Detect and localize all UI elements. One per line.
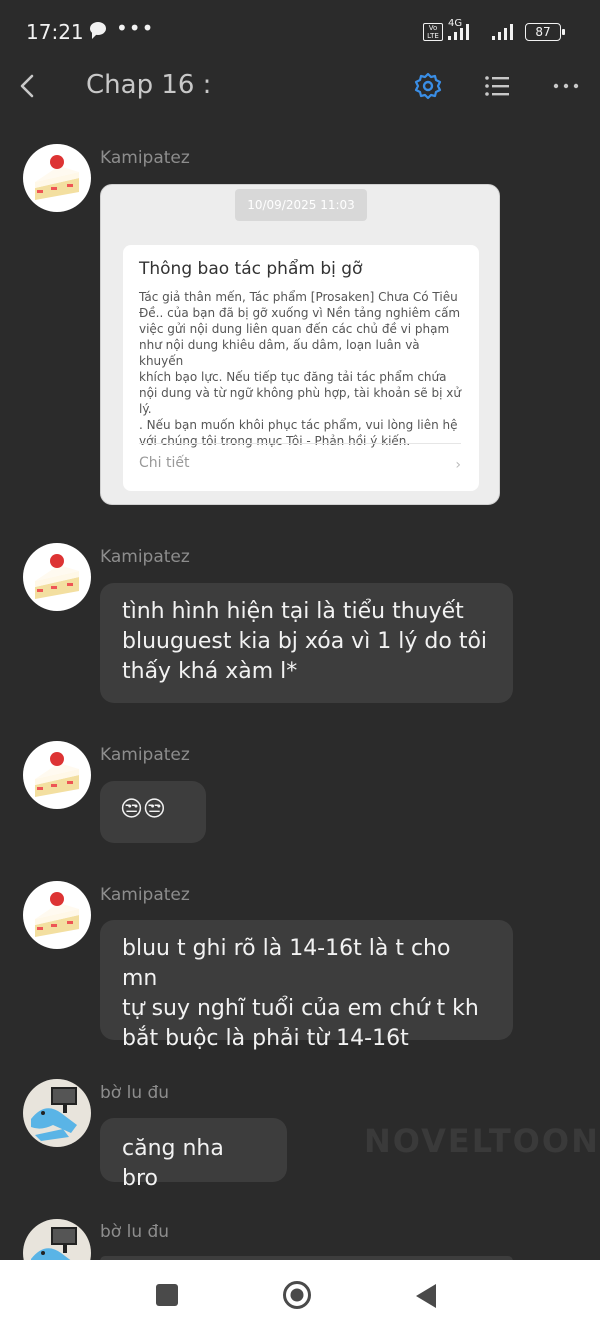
- username: Kamipatez: [100, 745, 190, 765]
- notice-line: . Nếu bạn muốn khôi phục tác phẩm, vui l…: [139, 418, 458, 432]
- list-menu-icon[interactable]: [483, 72, 511, 100]
- message-line: bắt buộc là phải từ 14-16t: [122, 1026, 409, 1051]
- home-icon[interactable]: [282, 1280, 312, 1310]
- battery-icon: 87: [525, 23, 565, 41]
- username: bờ lu đu: [100, 1083, 170, 1103]
- notice-line: Tác giả thân mến, Tác phẩm [Prosaken] Ch…: [139, 290, 458, 304]
- more-options-icon[interactable]: [552, 72, 580, 100]
- cake-avatar[interactable]: [23, 881, 91, 949]
- message-line: bluuguest kia bj xóa vì 1 lý do tôi: [122, 629, 488, 654]
- status-bar: 17:21 ••• Vo LTE 4G 87: [0, 0, 600, 62]
- message-line: thấy khá xàm l*: [122, 659, 298, 684]
- username: Kamipatez: [100, 885, 190, 905]
- recent-apps-icon[interactable]: [156, 1284, 178, 1306]
- message-line: căng nha bro: [122, 1136, 224, 1191]
- page-title: Chap 16 :: [86, 70, 212, 100]
- chevron-right-icon[interactable]: ›: [455, 457, 461, 473]
- notice-content: Thông bao tác phẩm bị gỡ Tác giả thân mế…: [123, 245, 479, 491]
- username: bờ lu đu: [100, 1222, 170, 1242]
- notice-line: với chúng tôi trong mục Tôi - Phản hồi ý…: [139, 434, 411, 448]
- notice-line: Đề.. của bạn đã bị gỡ xuống vì Nền tảng …: [139, 306, 461, 320]
- notice-title: Thông bao tác phẩm bị gỡ: [139, 259, 363, 279]
- signal-1-icon: [448, 22, 484, 40]
- message-line: bluu t ghi rõ là 14-16t là t cho mn: [122, 936, 451, 991]
- notice-body: Tác giả thân mến, Tác phẩm [Prosaken] Ch…: [139, 289, 461, 449]
- back-icon[interactable]: [414, 1282, 440, 1310]
- divider: [139, 443, 461, 444]
- cake-avatar[interactable]: [23, 543, 91, 611]
- message-bubble[interactable]: bluu t ghi rõ là 14-16t là t cho mn tự s…: [100, 920, 513, 1051]
- back-arrow-icon[interactable]: [14, 72, 42, 100]
- notice-line: khích bạo lực. Nếu tiếp tục đăng tải tác…: [139, 370, 447, 384]
- removal-notice-card[interactable]: 10/09/2025 11:03 Thông bao tác phẩm bị g…: [100, 184, 500, 505]
- message-bubble[interactable]: tình hình hiện tại là tiểu thuyết bluugu…: [100, 583, 513, 703]
- cake-avatar[interactable]: [23, 741, 91, 809]
- volte-icon: Vo LTE: [423, 23, 443, 41]
- signal-2-icon: [492, 22, 518, 40]
- message-line: tự suy nghĩ tuổi của em chứ t kh: [122, 996, 479, 1021]
- status-time: 17:21: [26, 20, 84, 44]
- notice-line: việc gửi nội dung liên quan đến các chủ …: [139, 322, 450, 336]
- system-nav-bar: [0, 1260, 600, 1333]
- chat-header: Chap 16 :: [0, 62, 600, 114]
- cake-avatar[interactable]: [23, 144, 91, 212]
- notice-line: như nội dung khiêu dâm, ấu dâm, loạn luâ…: [139, 338, 420, 368]
- notice-line: lý.: [139, 402, 152, 416]
- noveltoon-watermark: NOVELTOON: [364, 1122, 600, 1160]
- notice-date: 10/09/2025 11:03: [235, 189, 367, 221]
- message-bubble[interactable]: căng nha bro: [100, 1118, 287, 1191]
- notice-line: nội dung và từ ngữ không phù hợp, tài kh…: [139, 386, 461, 400]
- more-notifications-icon: •••: [116, 16, 155, 40]
- gear-icon[interactable]: [414, 72, 442, 100]
- emoji-message: 😒😒: [120, 797, 166, 822]
- message-bubble[interactable]: 😒😒: [100, 781, 206, 843]
- blue-character-avatar[interactable]: [23, 1079, 91, 1147]
- chat-notification-icon: [90, 22, 106, 39]
- username: Kamipatez: [100, 148, 190, 168]
- details-link[interactable]: Chi tiết: [139, 455, 189, 471]
- message-line: tình hình hiện tại là tiểu thuyết: [122, 599, 464, 624]
- username: Kamipatez: [100, 547, 190, 567]
